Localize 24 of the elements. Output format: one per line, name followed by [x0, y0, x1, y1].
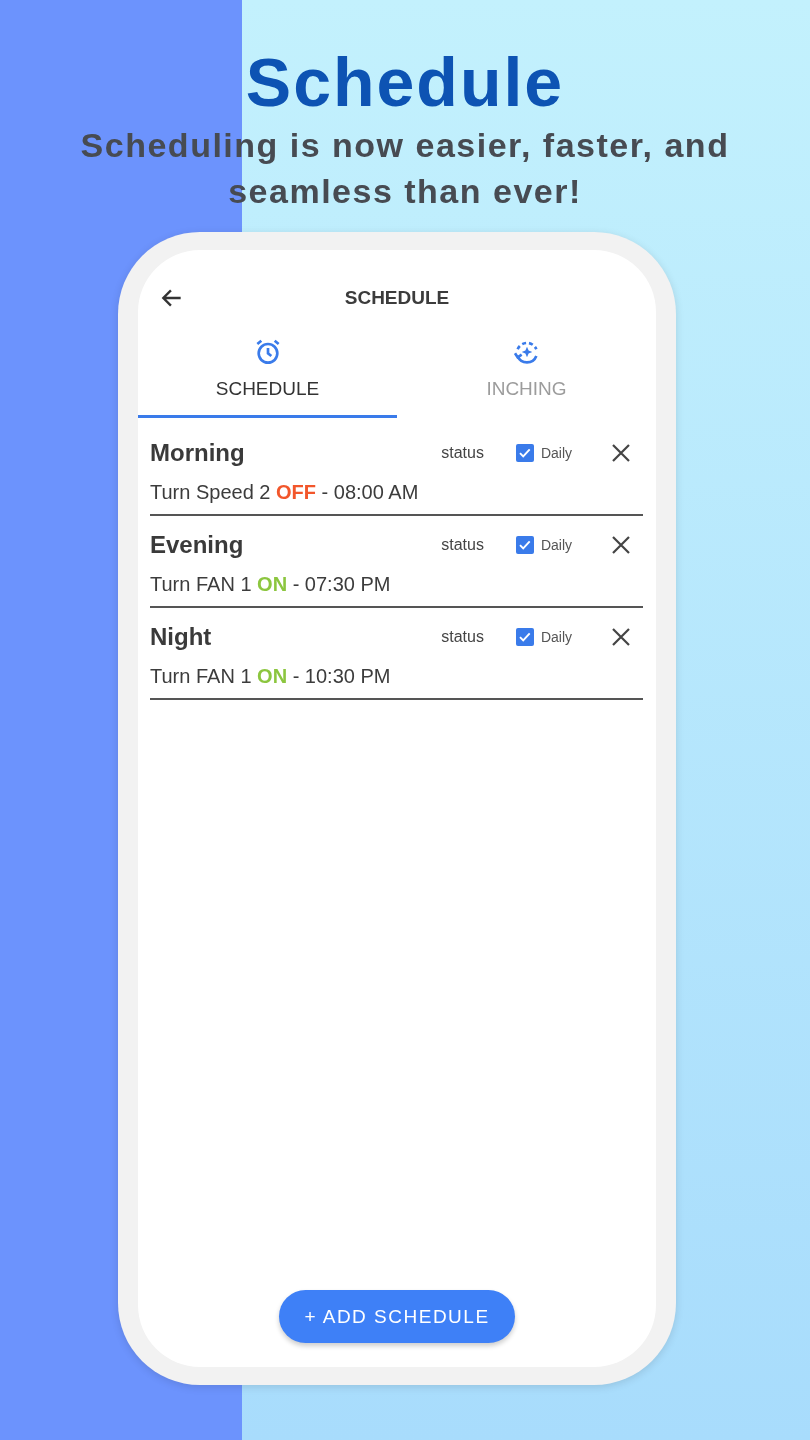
- daily-checkbox[interactable]: [515, 628, 534, 646]
- schedule-detail: Turn Speed 2 OFF - 08:00 AM: [150, 481, 420, 504]
- schedule-name: Morning: [150, 439, 246, 467]
- close-icon[interactable]: [611, 627, 631, 647]
- daily-label: Daily: [540, 629, 572, 645]
- close-icon[interactable]: [611, 443, 631, 463]
- tab[interactable]: SCHEDULE: [138, 336, 397, 418]
- daily-label: Daily: [540, 537, 572, 553]
- status-label: status: [441, 628, 484, 646]
- status-label: status: [441, 536, 484, 554]
- daily-checkbox[interactable]: [515, 444, 534, 462]
- schedule-name: Night: [150, 623, 213, 651]
- tab[interactable]: INCHING: [397, 336, 656, 418]
- schedule-detail: Turn FAN 1 ON - 07:30 PM: [150, 573, 392, 596]
- screen-title: SCHEDULE: [344, 287, 450, 309]
- add-schedule-button[interactable]: + ADD SCHEDULE: [279, 1290, 515, 1343]
- schedule-detail: Turn FAN 1 ON - 10:30 PM: [150, 665, 392, 688]
- headline-subtitle: Scheduling is now easier, faster, and seamless than ever!: [79, 125, 731, 212]
- status-label: status: [441, 444, 484, 462]
- close-icon[interactable]: [611, 535, 631, 555]
- daily-label: Daily: [540, 445, 572, 461]
- daily-checkbox[interactable]: [515, 536, 534, 554]
- schedule-name: Evening: [150, 531, 245, 559]
- headline-title: Schedule: [245, 43, 565, 122]
